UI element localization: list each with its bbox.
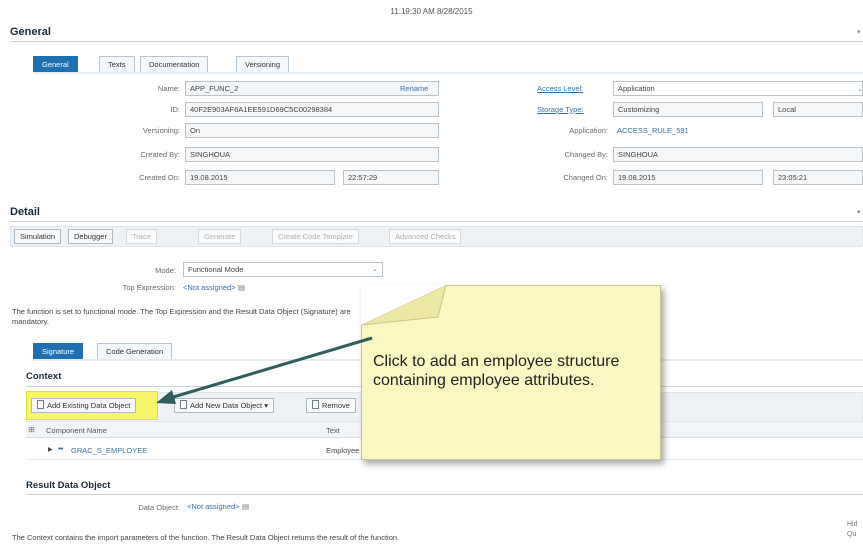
simulation-button[interactable]: Simulation bbox=[14, 229, 62, 244]
created-on-label: Created On: bbox=[139, 173, 180, 182]
result-data-object-title: Result Data Object bbox=[26, 480, 111, 491]
mode-select[interactable]: Functional Mode bbox=[183, 262, 383, 277]
mode-label: Mode: bbox=[155, 266, 176, 275]
versioning-label: Versioning: bbox=[142, 126, 180, 135]
rename-link[interactable]: Rename bbox=[400, 84, 428, 93]
structure-icon: ••• bbox=[58, 446, 63, 453]
created-on-date-field[interactable]: 19.08.2015 bbox=[185, 170, 335, 185]
id-label: ID: bbox=[170, 105, 180, 114]
changed-by-label: Changed By: bbox=[564, 150, 608, 159]
general-divider bbox=[10, 41, 863, 42]
functional-mode-message: The function is set to functional mode. … bbox=[12, 307, 351, 326]
expand-row-icon[interactable]: ▶ bbox=[48, 446, 53, 453]
access-level-dropdown-icon[interactable]: ⌄ bbox=[857, 85, 863, 93]
document-icon bbox=[37, 400, 44, 409]
tab-general[interactable]: General bbox=[33, 56, 78, 72]
general-section-title: General bbox=[10, 26, 51, 38]
storage-scope-field[interactable]: Local bbox=[773, 102, 863, 117]
data-object-link[interactable]: <Not assigned> bbox=[187, 502, 240, 511]
mode-dropdown-icon[interactable]: ⌄ bbox=[372, 265, 378, 273]
generate-button[interactable]: Generate bbox=[198, 229, 242, 244]
callout-arrow bbox=[156, 336, 373, 404]
add-existing-label: Add Existing Data Object bbox=[47, 401, 131, 410]
storage-type-link[interactable]: Storage Type: bbox=[537, 105, 584, 114]
add-existing-data-object-button[interactable]: Add Existing Data Object bbox=[31, 398, 137, 413]
column-settings-icon[interactable]: ⊞ bbox=[28, 425, 35, 434]
column-header-text[interactable]: Text bbox=[326, 426, 340, 435]
tab-signature[interactable]: Signature bbox=[33, 343, 84, 359]
name-label: Name: bbox=[157, 84, 180, 93]
advanced-checks-button[interactable]: Advanced Checks bbox=[389, 229, 462, 244]
created-by-label: Created By: bbox=[140, 150, 180, 159]
data-object-label: Data Object: bbox=[138, 503, 180, 512]
footer-message: The Context contains the import paramete… bbox=[12, 533, 400, 542]
top-expression-label: Top Expression: bbox=[122, 283, 176, 292]
application-label: Application: bbox=[569, 126, 608, 135]
storage-type-field[interactable]: Customizing bbox=[613, 102, 763, 117]
tab-texts[interactable]: Texts bbox=[99, 56, 135, 72]
changed-on-date-field[interactable]: 19.08.2015 bbox=[613, 170, 763, 185]
collapse-detail-icon[interactable]: ▾ bbox=[857, 208, 861, 216]
tab-versioning[interactable]: Versioning bbox=[236, 56, 290, 72]
top-expression-menu-icon[interactable]: ▤ bbox=[238, 283, 245, 292]
created-on-time-field[interactable]: 22:57:29 bbox=[343, 170, 439, 185]
create-code-template-button[interactable]: Create Code Template bbox=[272, 229, 359, 244]
detail-section-title: Detail bbox=[10, 206, 40, 218]
created-by-field[interactable]: SINGHOUA bbox=[185, 147, 439, 162]
timestamp: 11:19:30 AM 8/28/2015 bbox=[390, 7, 473, 16]
result-divider bbox=[26, 494, 863, 495]
debugger-button[interactable]: Debugger bbox=[68, 229, 113, 244]
context-title: Context bbox=[26, 371, 62, 382]
changed-on-time-field[interactable]: 23:05:21 bbox=[773, 170, 863, 185]
collapse-general-icon[interactable]: ▾ bbox=[857, 28, 861, 36]
detail-divider bbox=[10, 221, 863, 222]
callout-text: Click to add an employee structure conta… bbox=[373, 353, 620, 389]
component-name-link[interactable]: GRAC_S_EMPLOYEE bbox=[71, 446, 147, 455]
id-field[interactable]: 40F2E903AF6A1EE591D69C5C00298384 bbox=[185, 102, 439, 117]
tab-documentation[interactable]: Documentation bbox=[140, 56, 209, 72]
application-link[interactable]: ACCESS_RULE_591 bbox=[617, 126, 689, 135]
changed-by-field[interactable]: SINGHOUA bbox=[613, 147, 863, 162]
corner-text-1[interactable]: Hid bbox=[847, 521, 858, 528]
versioning-field[interactable]: On bbox=[185, 123, 439, 138]
access-level-select[interactable]: Application bbox=[613, 81, 863, 96]
callout-fold-corner bbox=[361, 285, 446, 325]
general-tabstrip-line bbox=[33, 72, 863, 74]
trace-button[interactable]: Trace bbox=[126, 229, 157, 244]
access-level-link[interactable]: Access Level: bbox=[537, 84, 583, 93]
data-object-menu-icon[interactable]: ▤ bbox=[242, 502, 249, 511]
column-header-component-name[interactable]: Component Name bbox=[46, 426, 107, 435]
top-expression-link[interactable]: <Not assigned> bbox=[183, 283, 236, 292]
corner-text-2[interactable]: Qu bbox=[847, 531, 856, 538]
component-text-cell: Employee bbox=[326, 446, 360, 455]
changed-on-label: Changed On: bbox=[563, 173, 608, 182]
